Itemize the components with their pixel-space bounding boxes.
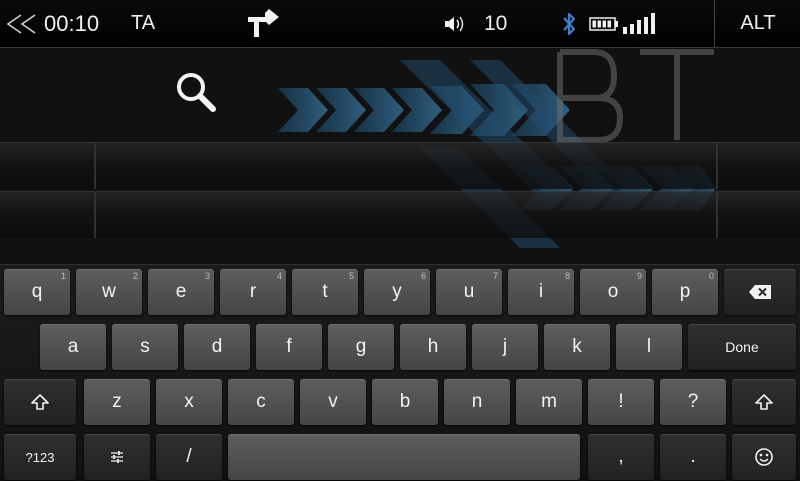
clock-time: 00:10 bbox=[44, 10, 100, 36]
key-hint: 8 bbox=[564, 271, 570, 281]
key-v[interactable]: v bbox=[300, 379, 366, 425]
bluetooth-icon bbox=[563, 12, 576, 35]
symbols-label: ?123 bbox=[25, 449, 55, 465]
key-p[interactable]: p0 bbox=[652, 269, 718, 315]
key-hint: 2 bbox=[132, 271, 138, 281]
alt-button[interactable]: ALT bbox=[716, 0, 800, 47]
key-exclamation[interactable]: ! bbox=[588, 379, 654, 425]
key-k[interactable]: k bbox=[544, 324, 610, 370]
key-o[interactable]: o9 bbox=[580, 269, 646, 315]
key-hint: 6 bbox=[420, 271, 426, 281]
key-n[interactable]: n bbox=[444, 379, 510, 425]
space-key[interactable] bbox=[228, 434, 580, 480]
result-row[interactable] bbox=[0, 142, 800, 189]
shift-key-right[interactable] bbox=[732, 379, 796, 425]
key-b[interactable]: b bbox=[372, 379, 438, 425]
key-u[interactable]: u7 bbox=[436, 269, 502, 315]
row-separator bbox=[716, 192, 718, 238]
key-d[interactable]: d bbox=[184, 324, 250, 370]
on-screen-keyboard: q1 w2 e3 r4 t5 y6 u7 i8 o9 p0 a s d f g … bbox=[0, 264, 800, 481]
key-r[interactable]: r4 bbox=[220, 269, 286, 315]
signal-bars-icon bbox=[623, 12, 655, 34]
shift-icon bbox=[755, 394, 773, 410]
key-slash[interactable]: / bbox=[156, 434, 222, 480]
content-area bbox=[0, 48, 800, 264]
navigation-indicator[interactable] bbox=[244, 0, 280, 47]
turn-right-arrow-icon bbox=[248, 8, 279, 37]
key-hint: 9 bbox=[636, 271, 642, 281]
key-period[interactable]: . bbox=[660, 434, 726, 480]
key-c[interactable]: c bbox=[228, 379, 294, 425]
battery-status bbox=[588, 0, 620, 47]
key-comma[interactable]: , bbox=[588, 434, 654, 480]
volume-indicator bbox=[442, 0, 466, 47]
key-s[interactable]: s bbox=[112, 324, 178, 370]
status-divider bbox=[714, 0, 715, 47]
key-g[interactable]: g bbox=[328, 324, 394, 370]
key-hint: 7 bbox=[492, 271, 498, 281]
search-icon bbox=[177, 73, 216, 112]
key-l[interactable]: l bbox=[616, 324, 682, 370]
volume-level: 10 bbox=[484, 11, 508, 35]
signal-strength bbox=[622, 0, 658, 47]
key-m[interactable]: m bbox=[516, 379, 582, 425]
key-x[interactable]: x bbox=[156, 379, 222, 425]
key-q[interactable]: q1 bbox=[4, 269, 70, 315]
ta-label: TA bbox=[131, 12, 156, 34]
emoji-icon bbox=[755, 448, 773, 466]
key-j[interactable]: j bbox=[472, 324, 538, 370]
key-hint: 3 bbox=[204, 271, 210, 281]
speaker-icon bbox=[445, 16, 464, 31]
key-w[interactable]: w2 bbox=[76, 269, 142, 315]
key-a[interactable]: a bbox=[40, 324, 106, 370]
key-question[interactable]: ? bbox=[660, 379, 726, 425]
row-separator bbox=[94, 143, 96, 189]
key-hint: 4 bbox=[276, 271, 282, 281]
battery-icon bbox=[589, 16, 618, 31]
back-button[interactable] bbox=[4, 0, 40, 47]
done-label: Done bbox=[725, 339, 759, 355]
result-row[interactable] bbox=[0, 191, 800, 238]
key-z[interactable]: z bbox=[84, 379, 150, 425]
row-separator bbox=[716, 143, 718, 189]
key-h[interactable]: h bbox=[400, 324, 466, 370]
key-hint: 0 bbox=[708, 271, 714, 281]
key-hint: 1 bbox=[60, 271, 66, 281]
bluetooth-status bbox=[559, 0, 579, 47]
row-separator bbox=[94, 192, 96, 238]
double-chevron-left-icon bbox=[6, 13, 36, 34]
key-t[interactable]: t5 bbox=[292, 269, 358, 315]
emoji-key[interactable] bbox=[732, 434, 796, 480]
shift-icon bbox=[31, 394, 49, 410]
key-hint: 5 bbox=[348, 271, 354, 281]
backspace-key[interactable] bbox=[724, 269, 796, 315]
status-bar: 00:10 TA 10 ALT bbox=[0, 0, 800, 48]
key-y[interactable]: y6 bbox=[364, 269, 430, 315]
backspace-icon bbox=[749, 285, 771, 299]
key-e[interactable]: e3 bbox=[148, 269, 214, 315]
done-key[interactable]: Done bbox=[688, 324, 796, 370]
key-i[interactable]: i8 bbox=[508, 269, 574, 315]
symbols-key[interactable]: ?123 bbox=[4, 434, 76, 480]
shift-key-left[interactable] bbox=[4, 379, 76, 425]
key-f[interactable]: f bbox=[256, 324, 322, 370]
search-button[interactable] bbox=[170, 66, 222, 118]
keyboard-settings-key[interactable] bbox=[84, 434, 150, 480]
settings-sliders-icon bbox=[111, 451, 123, 463]
